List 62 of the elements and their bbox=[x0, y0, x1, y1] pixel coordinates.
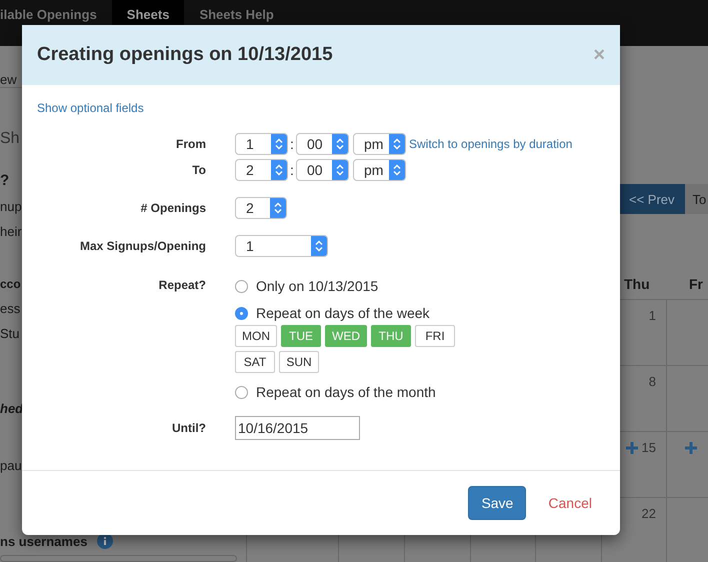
panel-text: pau bbox=[0, 458, 22, 473]
panel-text: Sh bbox=[0, 130, 20, 148]
stepper-icon bbox=[393, 164, 401, 176]
radio-label: Repeat on days of the week bbox=[256, 305, 430, 321]
stepper-icon bbox=[275, 164, 283, 176]
date-number: 22 bbox=[642, 506, 656, 521]
field-label: Max Signups/Opening bbox=[78, 238, 206, 252]
openings-select[interactable]: 2 bbox=[235, 196, 287, 218]
panel-text: cco bbox=[0, 277, 21, 291]
day-toggle[interactable]: FRI bbox=[415, 325, 455, 347]
panel-text: ? bbox=[0, 172, 10, 189]
field-label: From bbox=[175, 136, 206, 150]
day-header: Fr bbox=[689, 276, 703, 292]
panel-text: heir bbox=[0, 224, 22, 239]
ampm-select[interactable]: pm bbox=[353, 158, 406, 180]
plus-icon[interactable] bbox=[685, 442, 697, 454]
panel-text: ns usernames bbox=[0, 534, 88, 548]
radio-label: Only on 10/13/2015 bbox=[256, 278, 378, 294]
field-label: Repeat? bbox=[158, 277, 206, 292]
panel-text: Stu bbox=[0, 326, 20, 341]
ampm-select[interactable]: pm bbox=[353, 132, 406, 154]
day-header: Thu bbox=[624, 276, 650, 292]
day-toggle[interactable]: MON bbox=[235, 325, 277, 347]
stepper-icon bbox=[336, 164, 344, 176]
day-toggle[interactable]: SUN bbox=[279, 351, 319, 373]
colon-text: : bbox=[289, 162, 295, 178]
stepper-icon bbox=[275, 138, 283, 150]
field-label: # Openings bbox=[140, 200, 206, 214]
radio-button[interactable] bbox=[235, 306, 248, 320]
panel-text: hed bbox=[0, 401, 24, 416]
hour-select[interactable]: 2 bbox=[235, 158, 288, 180]
stepper-icon bbox=[274, 202, 282, 214]
stepper-icon bbox=[336, 138, 344, 150]
panel-text: ess bbox=[0, 301, 20, 316]
input-field[interactable] bbox=[0, 555, 237, 562]
panel-text: nup bbox=[0, 199, 22, 214]
plus-icon[interactable] bbox=[626, 442, 638, 454]
hour-select[interactable]: 1 bbox=[235, 132, 288, 154]
date-number: 8 bbox=[648, 374, 656, 389]
save-button[interactable]: Save bbox=[468, 486, 526, 520]
radio-button[interactable] bbox=[235, 280, 248, 292]
show-optional-link[interactable]: Show optional fields bbox=[37, 101, 144, 115]
radio-label: Repeat on days of the month bbox=[256, 384, 436, 400]
radio-button[interactable] bbox=[235, 386, 248, 398]
today-button[interactable]: To bbox=[684, 184, 708, 214]
max-signups-select[interactable]: 1 bbox=[235, 234, 328, 256]
cancel-link[interactable]: Cancel bbox=[548, 495, 592, 511]
until-date-field[interactable]: 10/16/2015 bbox=[235, 416, 360, 440]
day-toggle[interactable]: SAT bbox=[235, 351, 275, 373]
field-label: Until? bbox=[171, 421, 206, 435]
panel-text: ew bbox=[0, 72, 17, 87]
field-label: To bbox=[191, 162, 206, 176]
prev-button[interactable]: << Prev bbox=[619, 184, 685, 214]
minute-select[interactable]: 00 bbox=[296, 132, 349, 154]
duration-link[interactable]: Switch to openings by duration bbox=[409, 136, 572, 150]
date-number: 1 bbox=[648, 308, 656, 323]
minute-select[interactable]: 00 bbox=[296, 158, 349, 180]
date-number: 15 bbox=[642, 440, 656, 455]
stepper-icon bbox=[315, 240, 323, 252]
colon-text: : bbox=[289, 136, 295, 152]
stepper-icon bbox=[393, 138, 401, 150]
dialog-title: Creating openings on 10/13/2015 bbox=[37, 44, 333, 66]
